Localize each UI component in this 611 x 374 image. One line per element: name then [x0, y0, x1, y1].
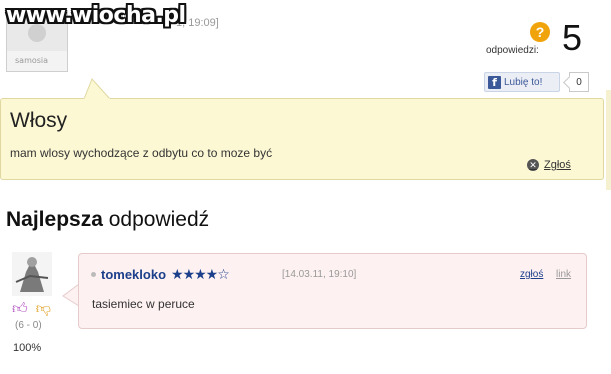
permalink[interactable]: link — [556, 269, 571, 280]
facebook-like-button[interactable]: f Lubię to! — [484, 72, 560, 92]
vote-percent: 100% — [13, 342, 42, 354]
best-heading-bold: Najlepsza — [6, 208, 103, 231]
watermark: www.wiocha.pl — [6, 3, 186, 28]
like-label: Lubię to! — [504, 76, 543, 88]
thumb-up-icon[interactable]: 👍︎ — [12, 300, 28, 318]
best-heading-rest: odpowiedź — [102, 208, 210, 231]
report-label: Zgłoś — [544, 159, 571, 171]
best-answer-heading: Najlepsza odpowiedź — [6, 208, 209, 232]
question-box: Włosy mam wlosy wychodzące z odbytu co t… — [0, 98, 604, 180]
answers-count: 5 — [562, 17, 583, 58]
report-answer-link[interactable]: zgłoś — [520, 269, 543, 280]
best-answer-box: tomekloko ★★★★☆ [14.03.11, 19:10] zgłoś … — [78, 253, 587, 329]
avatar-label: samosia — [15, 56, 49, 65]
star-rating-icon: ★★★★☆ — [171, 266, 230, 282]
bullet-icon — [91, 272, 96, 277]
close-circle-icon: ✕ — [527, 159, 539, 171]
answer-text: tasiemiec w peruce — [92, 297, 195, 311]
question-text: mam wlosy wychodzące z odbytu co to moze… — [10, 146, 273, 160]
username-link[interactable]: tomekloko — [101, 267, 166, 282]
vote-count: (6 - 0) — [15, 320, 42, 331]
like-count-value: 0 — [576, 76, 582, 88]
facebook-icon: f — [488, 75, 501, 89]
answers-label: odpowiedzi: — [486, 45, 539, 56]
report-question-link[interactable]: ✕ Zgłoś — [527, 159, 571, 171]
like-count: 0 — [569, 72, 589, 92]
question-title: Włosy — [10, 109, 68, 132]
side-panel-edge — [606, 90, 611, 190]
answer-date: [14.03.11, 19:10] — [282, 269, 357, 280]
speech-tail — [83, 78, 111, 100]
answer-user: tomekloko ★★★★☆ — [91, 266, 230, 283]
answerer-avatar[interactable] — [12, 252, 52, 296]
question-badge-icon: ? — [530, 22, 550, 42]
vote-icons: 👍︎ 👎︎ — [12, 300, 51, 318]
thumb-down-icon[interactable]: 👎︎ — [36, 300, 51, 318]
